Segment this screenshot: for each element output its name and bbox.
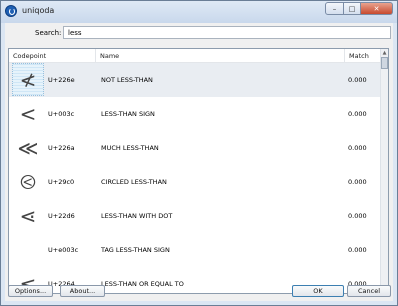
- dialog-body: Search: Codepoint Name Match ≮ U+226e NO…: [5, 23, 393, 301]
- close-icon: ✕: [373, 4, 380, 13]
- window-controls: – □ ✕: [325, 2, 393, 15]
- list-item[interactable]: ≮ U+226e NOT LESS-THAN 0.000: [9, 63, 382, 97]
- list-item[interactable]: ⧀ U+29c0 CIRCLED LESS-THAN 0.000: [9, 165, 382, 199]
- scroll-up-arrow-icon[interactable]: ▲: [381, 49, 388, 57]
- ok-button[interactable]: OK: [292, 285, 344, 297]
- list-rows: ≮ U+226e NOT LESS-THAN 0.000 < U+003c LE…: [9, 63, 382, 293]
- list-item[interactable]: < U+003c LESS-THAN SIGN 0.000: [9, 97, 382, 131]
- name-cell: TAG LESS-THAN SIGN: [101, 246, 170, 254]
- name-cell: LESS-THAN WITH DOT: [101, 212, 173, 220]
- match-cell: 0.000: [348, 76, 367, 84]
- search-label: Search:: [35, 29, 62, 37]
- codepoint-cell: U+e003c: [48, 246, 79, 254]
- match-cell: 0.000: [348, 178, 367, 186]
- close-button[interactable]: ✕: [361, 2, 393, 15]
- match-cell: 0.000: [348, 144, 367, 152]
- codepoint-cell: U+003c: [48, 110, 75, 118]
- minimize-button[interactable]: –: [325, 2, 344, 15]
- search-input[interactable]: [63, 26, 391, 39]
- list-item[interactable]: ⋖ U+22d6 LESS-THAN WITH DOT 0.000: [9, 199, 382, 233]
- title-bar[interactable]: uniqoda – □ ✕: [1, 1, 397, 23]
- list-item[interactable]: U+e003c TAG LESS-THAN SIGN 0.000: [9, 233, 382, 267]
- name-cell: NOT LESS-THAN: [101, 76, 153, 84]
- much-less-than-glyph: ≪: [17, 135, 39, 160]
- maximize-button[interactable]: □: [344, 2, 361, 15]
- minimize-icon: –: [332, 4, 337, 13]
- app-icon: [5, 5, 17, 17]
- codepoint-cell: U+226a: [48, 144, 75, 152]
- codepoint-cell: U+22d6: [48, 212, 75, 220]
- match-cell: 0.000: [348, 212, 367, 220]
- less-than-with-dot-glyph: ⋖: [19, 203, 37, 228]
- maximize-icon: □: [348, 4, 356, 13]
- not-less-than-glyph: ≮: [12, 63, 44, 96]
- name-cell: LESS-THAN OR EQUAL TO: [101, 280, 184, 288]
- column-header-codepoint[interactable]: Codepoint: [9, 49, 96, 62]
- column-header-name[interactable]: Name: [96, 49, 345, 62]
- cancel-button[interactable]: Cancel: [347, 285, 391, 297]
- tag-less-than-glyph: [13, 234, 43, 265]
- list-header: Codepoint Name Match: [9, 49, 382, 63]
- codepoint-cell: U+226e: [48, 76, 75, 84]
- window-title: uniqoda: [22, 6, 55, 15]
- less-than-glyph: <: [19, 101, 37, 126]
- name-cell: MUCH LESS-THAN: [101, 144, 159, 152]
- match-cell: 0.000: [348, 246, 367, 254]
- scrollbar-thumb[interactable]: [381, 57, 388, 69]
- match-cell: 0.000: [348, 110, 367, 118]
- uniqoda-window: uniqoda – □ ✕ Search: Codepoint Name Mat…: [0, 0, 398, 306]
- circled-less-than-glyph: ⧀: [20, 169, 36, 194]
- column-header-match[interactable]: Match: [345, 49, 382, 62]
- codepoint-cell: U+29c0: [48, 178, 75, 186]
- name-cell: CIRCLED LESS-THAN: [101, 178, 167, 186]
- character-list[interactable]: Codepoint Name Match ≮ U+226e NOT LESS-T…: [8, 48, 389, 294]
- name-cell: LESS-THAN SIGN: [101, 110, 155, 118]
- about-button[interactable]: About...: [60, 285, 105, 297]
- vertical-scrollbar[interactable]: ▲ ▼: [380, 49, 388, 293]
- options-button[interactable]: Options...: [8, 285, 53, 297]
- list-item[interactable]: ≪ U+226a MUCH LESS-THAN 0.000: [9, 131, 382, 165]
